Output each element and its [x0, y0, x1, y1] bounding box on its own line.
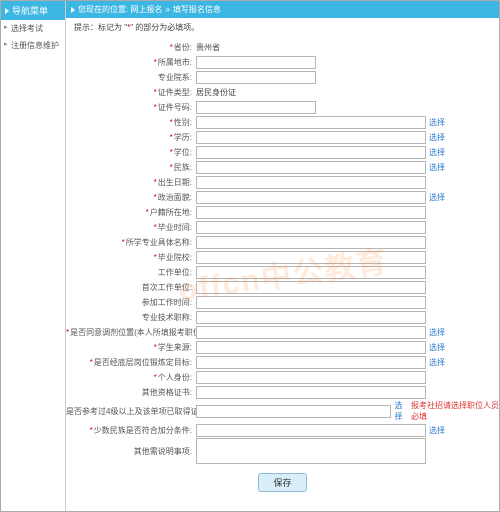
minority-pick[interactable]: 选择 [429, 425, 445, 436]
exam4-pick[interactable]: 选择 [394, 400, 408, 422]
selftest-pick[interactable]: 选择 [429, 327, 445, 338]
gradschool-input[interactable] [196, 251, 426, 264]
edu-pick[interactable]: 选择 [429, 132, 445, 143]
idno-input[interactable] [196, 101, 316, 114]
personal-input[interactable] [196, 371, 426, 384]
politic-pick[interactable]: 选择 [429, 192, 445, 203]
source-pick[interactable]: 选择 [429, 342, 445, 353]
politic-input[interactable] [196, 191, 426, 204]
remark-textarea[interactable] [196, 438, 426, 464]
exam4-input[interactable] [196, 405, 391, 418]
major-input[interactable] [196, 236, 426, 249]
hukou-input[interactable] [196, 206, 426, 219]
tip: 提示：标记为 "*" 的部分为必填项。 [66, 18, 499, 37]
province-value: 贵州省 [196, 42, 220, 53]
sidebar-item-exam[interactable]: 选择考试 [1, 20, 65, 37]
basejob-input[interactable] [196, 356, 426, 369]
exam4-hint: 报考社招请选择职位人员必填 [411, 400, 499, 422]
selftest-input[interactable] [196, 326, 426, 339]
gender-input[interactable] [196, 116, 426, 129]
sidebar-header: 导航菜单 [1, 1, 65, 20]
source-input[interactable] [196, 341, 426, 354]
save-button[interactable]: 保存 [258, 473, 306, 492]
nation-input[interactable] [196, 161, 426, 174]
birth-input[interactable] [196, 176, 426, 189]
nation-pick[interactable]: 选择 [429, 162, 445, 173]
worktime-input[interactable] [196, 296, 426, 309]
firstwork-input[interactable] [196, 281, 426, 294]
title-input[interactable] [196, 311, 426, 324]
sidebar-item-profile[interactable]: 注册信息维护 [1, 37, 65, 54]
basejob-pick[interactable]: 选择 [429, 357, 445, 368]
school-input[interactable] [196, 71, 316, 84]
breadcrumb: 您现在的位置: 网上报名»填写报名信息 [66, 1, 499, 18]
minority-input[interactable] [196, 424, 426, 437]
edu-input[interactable] [196, 131, 426, 144]
gender-pick[interactable]: 选择 [429, 117, 445, 128]
degree-input[interactable] [196, 146, 426, 159]
gradtime-input[interactable] [196, 221, 426, 234]
idtype-value: 居民身份证 [196, 87, 236, 98]
city-input[interactable] [196, 56, 316, 69]
workunit-input[interactable] [196, 266, 426, 279]
othercert-input[interactable] [196, 386, 426, 399]
degree-pick[interactable]: 选择 [429, 147, 445, 158]
